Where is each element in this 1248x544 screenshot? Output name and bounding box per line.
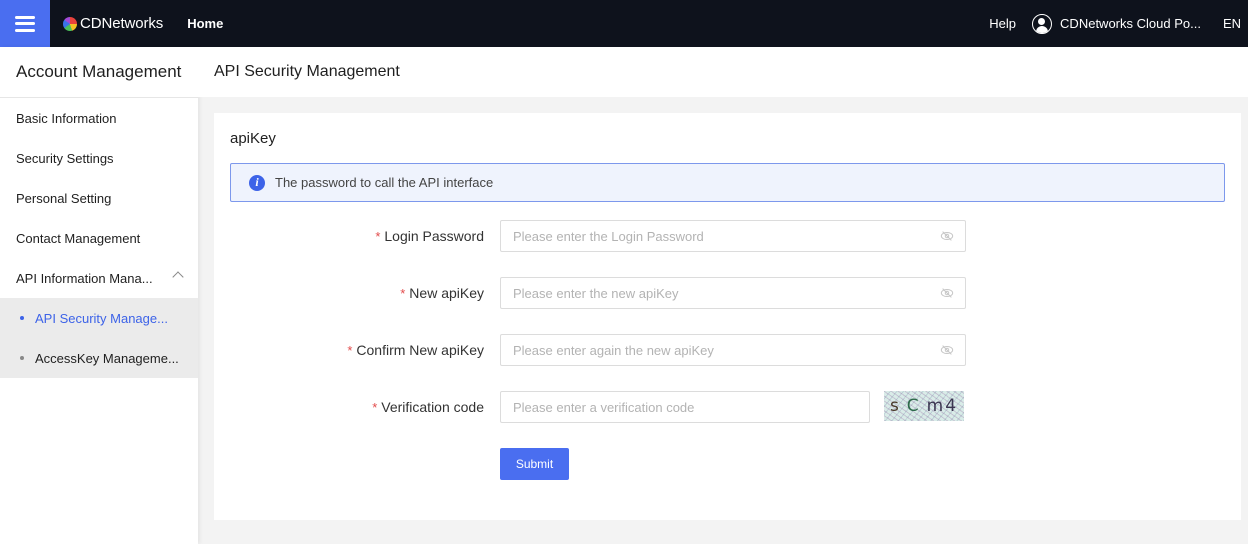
page-title: API Security Management bbox=[198, 47, 1248, 97]
field-label-text: Verification code bbox=[381, 399, 484, 415]
card-title: apiKey bbox=[230, 130, 276, 147]
alert-text: The password to call the API interface bbox=[275, 175, 494, 190]
sidebar-item-label: Security Settings bbox=[16, 150, 114, 166]
sidebar-subitem-api-security-management[interactable]: API Security Manage... bbox=[0, 298, 198, 338]
sidebar-subitem-accesskey-management[interactable]: AccessKey Manageme... bbox=[0, 338, 198, 378]
form-row-login-password: * Login Password bbox=[214, 220, 1241, 252]
info-icon: i bbox=[249, 174, 265, 191]
eye-hidden-icon[interactable] bbox=[940, 343, 954, 357]
user-avatar-icon bbox=[1032, 13, 1053, 34]
sidebar-item-label: Basic Information bbox=[16, 110, 117, 126]
brand-name: CDNetworks bbox=[80, 15, 164, 32]
eye-hidden-icon[interactable] bbox=[940, 229, 954, 243]
sidebar-item-label: Contact Management bbox=[16, 230, 141, 246]
bullet-icon bbox=[20, 356, 24, 360]
field-label: * Confirm New apiKey bbox=[347, 334, 484, 366]
field-label-text: Login Password bbox=[384, 228, 484, 244]
chevron-up-icon[interactable] bbox=[172, 271, 184, 283]
form-row-confirm-apikey: * Confirm New apiKey bbox=[214, 334, 1241, 366]
sidebar: Account Management Basic Information Sec… bbox=[0, 47, 198, 544]
sidebar-title: Account Management bbox=[0, 47, 198, 98]
captcha-image[interactable]: s C m4 bbox=[884, 391, 964, 421]
field-label: * New apiKey bbox=[400, 277, 484, 309]
submit-button[interactable]: Submit bbox=[500, 448, 569, 480]
hamburger-icon bbox=[15, 15, 35, 32]
verification-code-input[interactable] bbox=[500, 391, 870, 423]
user-menu[interactable]: CDNetworks Cloud Po... bbox=[1032, 13, 1201, 34]
top-navigation-bar: CDNetworks Home Help CDNetworks Cloud Po… bbox=[0, 0, 1248, 47]
apikey-card: apiKey i The password to call the API in… bbox=[214, 113, 1241, 520]
new-apikey-input[interactable] bbox=[500, 277, 966, 309]
captcha-char: s bbox=[889, 396, 901, 416]
sidebar-item-label: Personal Setting bbox=[16, 190, 112, 206]
menu-toggle-button[interactable] bbox=[0, 0, 50, 47]
user-name: CDNetworks Cloud Po... bbox=[1060, 16, 1201, 31]
required-mark: * bbox=[372, 399, 378, 415]
field-label: * Verification code bbox=[372, 391, 484, 423]
language-switch[interactable]: EN bbox=[1223, 16, 1241, 31]
sidebar-item-label: API Information Mana... bbox=[16, 270, 153, 286]
captcha-char: m4 bbox=[926, 396, 959, 416]
sidebar-item-security-settings[interactable]: Security Settings bbox=[0, 138, 198, 178]
captcha-char: C bbox=[906, 396, 921, 416]
form-row-new-apikey: * New apiKey bbox=[214, 277, 1241, 309]
login-password-input[interactable] bbox=[500, 220, 966, 252]
required-mark: * bbox=[400, 285, 406, 301]
sidebar-subitem-label: API Security Manage... bbox=[35, 310, 168, 326]
eye-hidden-icon[interactable] bbox=[940, 286, 954, 300]
help-link[interactable]: Help bbox=[989, 16, 1016, 31]
topbar-right-group: Help CDNetworks Cloud Po... EN bbox=[989, 0, 1248, 47]
required-mark: * bbox=[375, 228, 381, 244]
field-label-text: New apiKey bbox=[409, 285, 484, 301]
brand-logo[interactable]: CDNetworks bbox=[63, 0, 163, 47]
required-mark: * bbox=[347, 342, 353, 358]
sidebar-submenu: API Security Manage... AccessKey Managem… bbox=[0, 298, 198, 378]
sidebar-item-api-information-management[interactable]: API Information Mana... bbox=[0, 258, 198, 298]
sidebar-subitem-label: AccessKey Manageme... bbox=[35, 350, 179, 366]
sidebar-item-contact-management[interactable]: Contact Management bbox=[0, 218, 198, 258]
form-row-verification-code: *Verification code s C m4 bbox=[214, 391, 1241, 423]
logo-icon bbox=[63, 16, 77, 31]
info-alert: i The password to call the API interface bbox=[230, 163, 1225, 202]
confirm-apikey-input[interactable] bbox=[500, 334, 966, 366]
sidebar-item-personal-setting[interactable]: Personal Setting bbox=[0, 178, 198, 218]
bullet-icon bbox=[20, 316, 24, 320]
sidebar-item-basic-information[interactable]: Basic Information bbox=[0, 98, 198, 138]
field-label: * Login Password bbox=[375, 220, 484, 252]
field-label-text: Confirm New apiKey bbox=[356, 342, 484, 358]
nav-home-link[interactable]: Home bbox=[187, 16, 223, 31]
